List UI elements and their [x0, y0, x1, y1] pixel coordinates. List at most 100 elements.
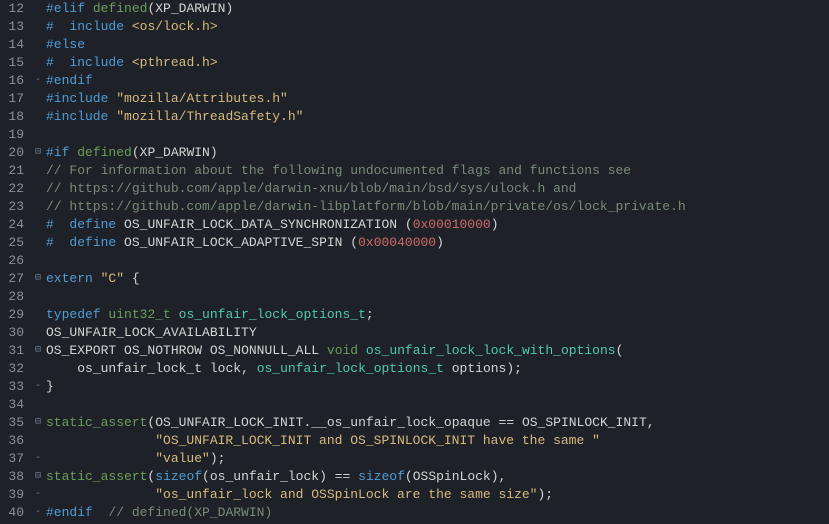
- line-number: 26: [6, 252, 24, 270]
- code-line[interactable]: "os_unfair_lock and OSSpinLock are the s…: [46, 486, 829, 504]
- code-line[interactable]: os_unfair_lock_t lock, os_unfair_lock_op…: [46, 360, 829, 378]
- fold-marker[interactable]: ⊟: [32, 468, 44, 486]
- token: "mozilla/Attributes.h": [116, 91, 288, 106]
- line-number: 21: [6, 162, 24, 180]
- token: #: [46, 19, 54, 34]
- code-line[interactable]: extern "C" {: [46, 270, 829, 288]
- fold-marker: [32, 288, 44, 306]
- token: // https://github.com/apple/darwin-xnu/b…: [46, 181, 577, 196]
- code-line[interactable]: #include "mozilla/ThreadSafety.h": [46, 108, 829, 126]
- fold-marker: [32, 324, 44, 342]
- fold-marker: [32, 18, 44, 36]
- token: (: [132, 145, 140, 160]
- fold-marker[interactable]: -: [32, 504, 44, 522]
- code-line[interactable]: // https://github.com/apple/darwin-xnu/b…: [46, 180, 829, 198]
- code-line[interactable]: static_assert(OS_UNFAIR_LOCK_INIT.__os_u…: [46, 414, 829, 432]
- code-line[interactable]: #elif defined(XP_DARWIN): [46, 0, 829, 18]
- code-line[interactable]: #endif // defined(XP_DARWIN): [46, 504, 829, 522]
- token: [46, 433, 155, 448]
- token: <pthread.h>: [132, 55, 218, 70]
- token: (: [202, 469, 210, 484]
- code-editor[interactable]: 1213141516171819202122232425262728293031…: [0, 0, 829, 524]
- token: [202, 361, 210, 376]
- code-line[interactable]: # define OS_UNFAIR_LOCK_DATA_SYNCHRONIZA…: [46, 216, 829, 234]
- code-line[interactable]: typedef uint32_t os_unfair_lock_options_…: [46, 306, 829, 324]
- code-line[interactable]: [46, 252, 829, 270]
- token: static_assert: [46, 469, 147, 484]
- code-line[interactable]: }: [46, 378, 829, 396]
- token: // For information about the following u…: [46, 163, 631, 178]
- token: OS_UNFAIR_LOCK_DATA_SYNCHRONIZATION: [124, 217, 397, 232]
- token: ,: [647, 415, 655, 430]
- fold-marker[interactable]: ⊟: [32, 342, 44, 360]
- code-line[interactable]: [46, 396, 829, 414]
- fold-marker: [32, 396, 44, 414]
- fold-marker[interactable]: -: [32, 450, 44, 468]
- code-line[interactable]: # include <pthread.h>: [46, 54, 829, 72]
- token: "OS_UNFAIR_LOCK_INIT and OS_SPINLOCK_INI…: [155, 433, 600, 448]
- token: {: [124, 271, 140, 286]
- code-line[interactable]: [46, 288, 829, 306]
- line-number: 16: [6, 72, 24, 90]
- code-line[interactable]: static_assert(sizeof(os_unfair_lock) == …: [46, 468, 829, 486]
- code-line[interactable]: # include <os/lock.h>: [46, 18, 829, 36]
- code-line[interactable]: #else: [46, 36, 829, 54]
- code-line[interactable]: OS_EXPORT OS_NOTHROW OS_NONNULL_ALL void…: [46, 342, 829, 360]
- fold-marker[interactable]: -: [32, 72, 44, 90]
- token: include: [69, 19, 124, 34]
- code-line[interactable]: # define OS_UNFAIR_LOCK_ADAPTIVE_SPIN (0…: [46, 234, 829, 252]
- token: XP_DARWIN: [155, 1, 225, 16]
- token: ,: [241, 361, 257, 376]
- code-line[interactable]: #endif: [46, 72, 829, 90]
- line-number: 25: [6, 234, 24, 252]
- line-number: 19: [6, 126, 24, 144]
- code-line[interactable]: // For information about the following u…: [46, 162, 829, 180]
- token: options: [452, 361, 507, 376]
- token: [116, 217, 124, 232]
- token: 0x00010000: [413, 217, 491, 232]
- token: OS_EXPORT: [46, 343, 116, 358]
- fold-marker[interactable]: ⊟: [32, 144, 44, 162]
- code-line[interactable]: "value");: [46, 450, 829, 468]
- code-line[interactable]: OS_UNFAIR_LOCK_AVAILABILITY: [46, 324, 829, 342]
- code-line[interactable]: #include "mozilla/Attributes.h": [46, 90, 829, 108]
- line-number: 38: [6, 468, 24, 486]
- fold-marker: [32, 162, 44, 180]
- fold-marker: [32, 90, 44, 108]
- line-number: 35: [6, 414, 24, 432]
- line-number: 30: [6, 324, 24, 342]
- fold-marker: [32, 198, 44, 216]
- token: typedef: [46, 307, 101, 322]
- fold-marker: [32, 36, 44, 54]
- token: [54, 55, 70, 70]
- token: OS_SPINLOCK_INIT: [522, 415, 647, 430]
- fold-marker: [32, 126, 44, 144]
- line-number: 31: [6, 342, 24, 360]
- token: #if: [46, 145, 69, 160]
- fold-gutter[interactable]: -⊟⊟⊟-⊟-⊟--: [32, 0, 44, 524]
- code-line[interactable]: [46, 126, 829, 144]
- code-line[interactable]: // https://github.com/apple/darwin-libpl…: [46, 198, 829, 216]
- code-line[interactable]: "OS_UNFAIR_LOCK_INIT and OS_SPINLOCK_INI…: [46, 432, 829, 450]
- token: [54, 19, 70, 34]
- fold-marker[interactable]: -: [32, 378, 44, 396]
- code-area[interactable]: #elif defined(XP_DARWIN)# include <os/lo…: [44, 0, 829, 524]
- token: #endif: [46, 73, 93, 88]
- token: [319, 343, 327, 358]
- token: #: [46, 235, 54, 250]
- fold-marker[interactable]: ⊟: [32, 270, 44, 288]
- fold-marker[interactable]: ⊟: [32, 414, 44, 432]
- code-line[interactable]: #if defined(XP_DARWIN): [46, 144, 829, 162]
- token: // https://github.com/apple/darwin-libpl…: [46, 199, 686, 214]
- fold-marker[interactable]: -: [32, 486, 44, 504]
- token: defined: [77, 145, 132, 160]
- line-number: 40: [6, 504, 24, 522]
- fold-marker: [32, 180, 44, 198]
- token: ) ==: [319, 469, 358, 484]
- token: [85, 1, 93, 16]
- token: ;: [366, 307, 374, 322]
- token: OS_NOTHROW: [124, 343, 202, 358]
- token: ),: [491, 469, 507, 484]
- token: );: [537, 487, 553, 502]
- token: "mozilla/ThreadSafety.h": [116, 109, 303, 124]
